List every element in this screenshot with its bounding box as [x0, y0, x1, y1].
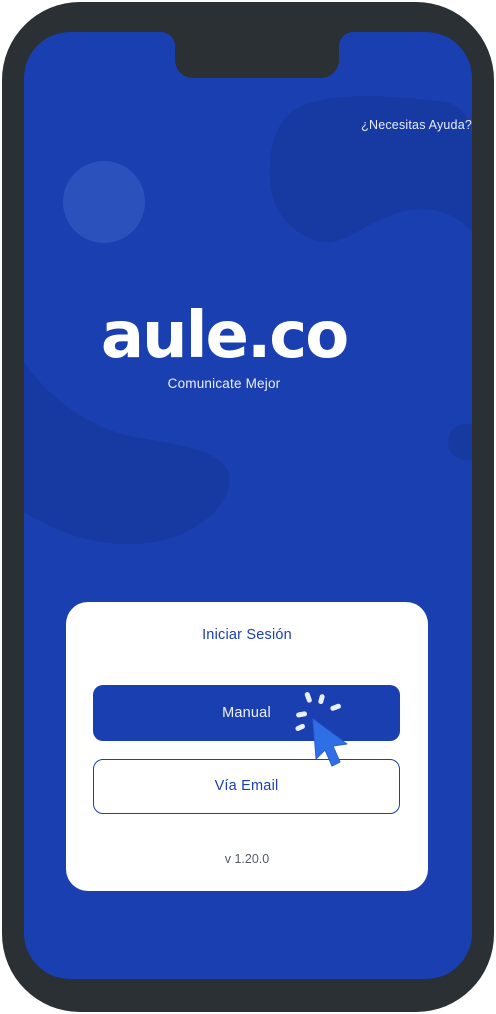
app-logo: aule.co: [100, 299, 349, 373]
login-card: Iniciar Sesión Manual Vía Email v 1.20.0: [66, 602, 428, 891]
background-dot-right: [448, 424, 472, 460]
version-label: v 1.20.0: [224, 852, 270, 866]
cursor-arrow: [312, 718, 348, 767]
help-link[interactable]: ¿Necesitas Ayuda?: [361, 118, 472, 132]
phone-notch: [175, 32, 339, 78]
click-cursor-icon: [295, 692, 348, 767]
background-circle: [63, 161, 145, 243]
app-tagline: Comunicate Mejor: [167, 376, 281, 391]
login-card-title: Iniciar Sesión: [202, 627, 292, 643]
